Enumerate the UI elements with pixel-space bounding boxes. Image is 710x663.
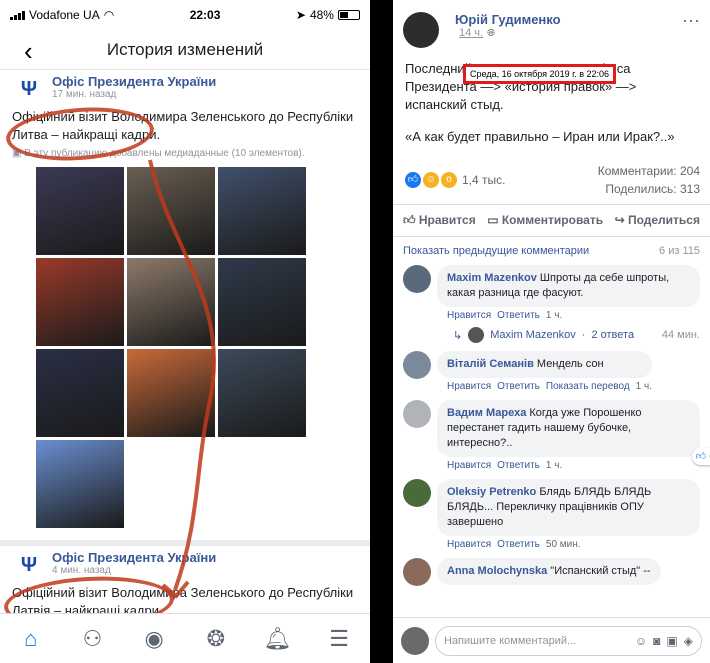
commenter-name[interactable]: Вадим Мареха: [447, 407, 526, 419]
show-previous-comments-link[interactable]: Показать предыдущие комментарии: [403, 245, 589, 257]
comment-action-link[interactable]: Показать перевод: [546, 381, 630, 392]
post-header: Юрій Гудименко 14 ч. 🌐︎ ···: [393, 0, 710, 48]
emoji-icon[interactable]: ☺: [635, 634, 647, 648]
avatar[interactable]: [403, 12, 439, 48]
privacy-globe-icon: 🌐︎: [487, 27, 496, 39]
comment-text: "Испанский стыд" --: [547, 565, 651, 577]
timestamp-tooltip: Среда, 16 октября 2019 г. в 22:06: [463, 64, 617, 84]
comment: Oleksiy Petrenko Блядь БЛЯДЬ БЛЯДЬ БЛЯДЬ…: [393, 475, 710, 554]
comment-actions: Нравится Ответить 50 мин.: [437, 536, 700, 550]
avatar[interactable]: [403, 479, 431, 507]
post-time[interactable]: 14 ч.: [459, 27, 483, 39]
comment-action-link[interactable]: Нравится: [447, 381, 491, 392]
commenter-name[interactable]: Oleksiy Petrenko: [447, 486, 536, 498]
notifications-icon[interactable]: 🔔︎: [263, 625, 291, 653]
avatar[interactable]: [403, 558, 431, 586]
comment-reactions[interactable]: 👍︎☺ 4: [691, 448, 710, 465]
commenter-name[interactable]: Віталій Семанів: [447, 358, 534, 370]
groups-icon[interactable]: ❂: [202, 625, 230, 653]
more-options-icon[interactable]: ···: [682, 10, 700, 31]
comment-time: 1 ч.: [545, 460, 563, 471]
comment-actions: Нравится Ответить Показать перевод 1 ч.: [437, 378, 652, 392]
comment-time: 1 ч.: [545, 310, 563, 321]
gif-icon[interactable]: ▣: [666, 634, 677, 648]
comments-pagination: 6 из 115: [659, 245, 700, 257]
avatar[interactable]: [403, 265, 431, 293]
comment-action-link[interactable]: Нравится: [447, 310, 491, 321]
post-text: Последний пост на страничке Офиса Презид…: [405, 61, 675, 144]
friends-icon[interactable]: ⚇: [78, 625, 106, 653]
wow-reaction-icon: o: [441, 172, 457, 188]
comment-bubble: Anna Molochynska "Испанский стыд" --: [437, 558, 661, 585]
avatar[interactable]: [403, 400, 431, 428]
avatar[interactable]: [403, 351, 431, 379]
comment: Maxim Mazenkov Шпроты да себе шпроты, ка…: [393, 261, 710, 347]
comment-time: 1 ч.: [635, 381, 652, 392]
comment-action-link[interactable]: Ответить: [497, 381, 540, 392]
comments-count[interactable]: Комментарии: 204: [598, 164, 700, 178]
home-icon[interactable]: ⌂: [17, 625, 45, 653]
comment-button[interactable]: ▭ Комментировать: [487, 213, 603, 228]
comment-action-link[interactable]: Ответить: [497, 539, 540, 550]
comment-action-link[interactable]: Ответить: [497, 310, 540, 321]
comment-bubble: Вадим Мареха Когда уже Порошенко переста…: [437, 400, 710, 465]
comment: Вадим Мареха Когда уже Порошенко переста…: [393, 396, 710, 475]
author-name[interactable]: Юрій Гудименко: [455, 12, 561, 27]
commenter-name[interactable]: Anna Molochynska: [447, 565, 547, 577]
comment: Віталій Семанів Мендель сон Нравится Ответ…: [393, 347, 710, 396]
comment-action-link[interactable]: Нравится: [447, 460, 491, 471]
reactions-summary[interactable]: 👍︎ ☺ o 1,4 тыс.: [405, 164, 505, 196]
post-actions: 👍︎ Нравится ▭ Комментировать ↪ Поделитьс…: [393, 204, 710, 237]
previous-comments: Показать предыдущие комментарии 6 из 115: [393, 237, 710, 261]
like-button[interactable]: 👍︎ Нравится: [403, 213, 476, 228]
comment-bubble: Oleksiy Petrenko Блядь БЛЯДЬ БЛЯДЬ БЛЯДЬ…: [437, 479, 700, 536]
haha-reaction-icon: ☺: [423, 172, 439, 188]
comment-action-link[interactable]: Ответить: [497, 460, 540, 471]
share-button[interactable]: ↪ Поделиться: [615, 213, 700, 228]
comment-actions: Нравится Ответить 1 ч.: [437, 307, 700, 321]
profile-icon[interactable]: ◉: [140, 625, 168, 653]
comment-time: 50 мин.: [545, 539, 581, 550]
avatar: [401, 626, 429, 655]
comment-bubble: Maxim Mazenkov Шпроты да себе шпроты, ка…: [437, 265, 700, 307]
shares-count[interactable]: Поделились: 313: [598, 182, 700, 196]
camera-icon[interactable]: ◙: [653, 634, 660, 648]
comment-action-link[interactable]: Нравится: [447, 539, 491, 550]
replies-link[interactable]: ↳ Maxim Mazenkov · 2 ответа 44 мин.: [393, 325, 710, 347]
comment-text: Мендель сон: [533, 358, 604, 370]
edit-history-panel: Vodafone UA ◠ 22:03 ➤ 48% ‹ История изме…: [0, 0, 370, 663]
tab-bar: ⌂ ⚇ ◉ ❂ 🔔︎ ☰: [0, 613, 370, 663]
sticker-icon[interactable]: ◈: [684, 634, 693, 648]
menu-icon[interactable]: ☰: [325, 625, 353, 653]
comment-composer: Напишите комментарий... ☺ ◙ ▣ ◈: [393, 617, 710, 663]
avatar: [468, 327, 485, 343]
reply-arrow-icon: ↳: [453, 329, 463, 342]
facebook-post-panel: Юрій Гудименко 14 ч. 🌐︎ ··· Среда, 16 ок…: [393, 0, 710, 663]
comment-input[interactable]: Напишите комментарий... ☺ ◙ ▣ ◈: [435, 625, 702, 656]
comments-list: Maxim Mazenkov Шпроты да себе шпроты, ка…: [393, 261, 710, 590]
like-reaction-icon: 👍︎: [405, 172, 421, 188]
comment: Anna Molochynska "Испанский стыд" --: [393, 554, 710, 590]
comment-bubble: Віталій Семанів Мендель сон: [437, 351, 652, 378]
commenter-name[interactable]: Maxim Mazenkov: [447, 272, 537, 284]
comment-actions: Нравится Ответить 1 ч.: [437, 457, 700, 471]
post-stats: 👍︎ ☺ o 1,4 тыс. Комментарии: 204 Поделил…: [393, 146, 710, 196]
annotation-arrow: [148, 159, 216, 599]
